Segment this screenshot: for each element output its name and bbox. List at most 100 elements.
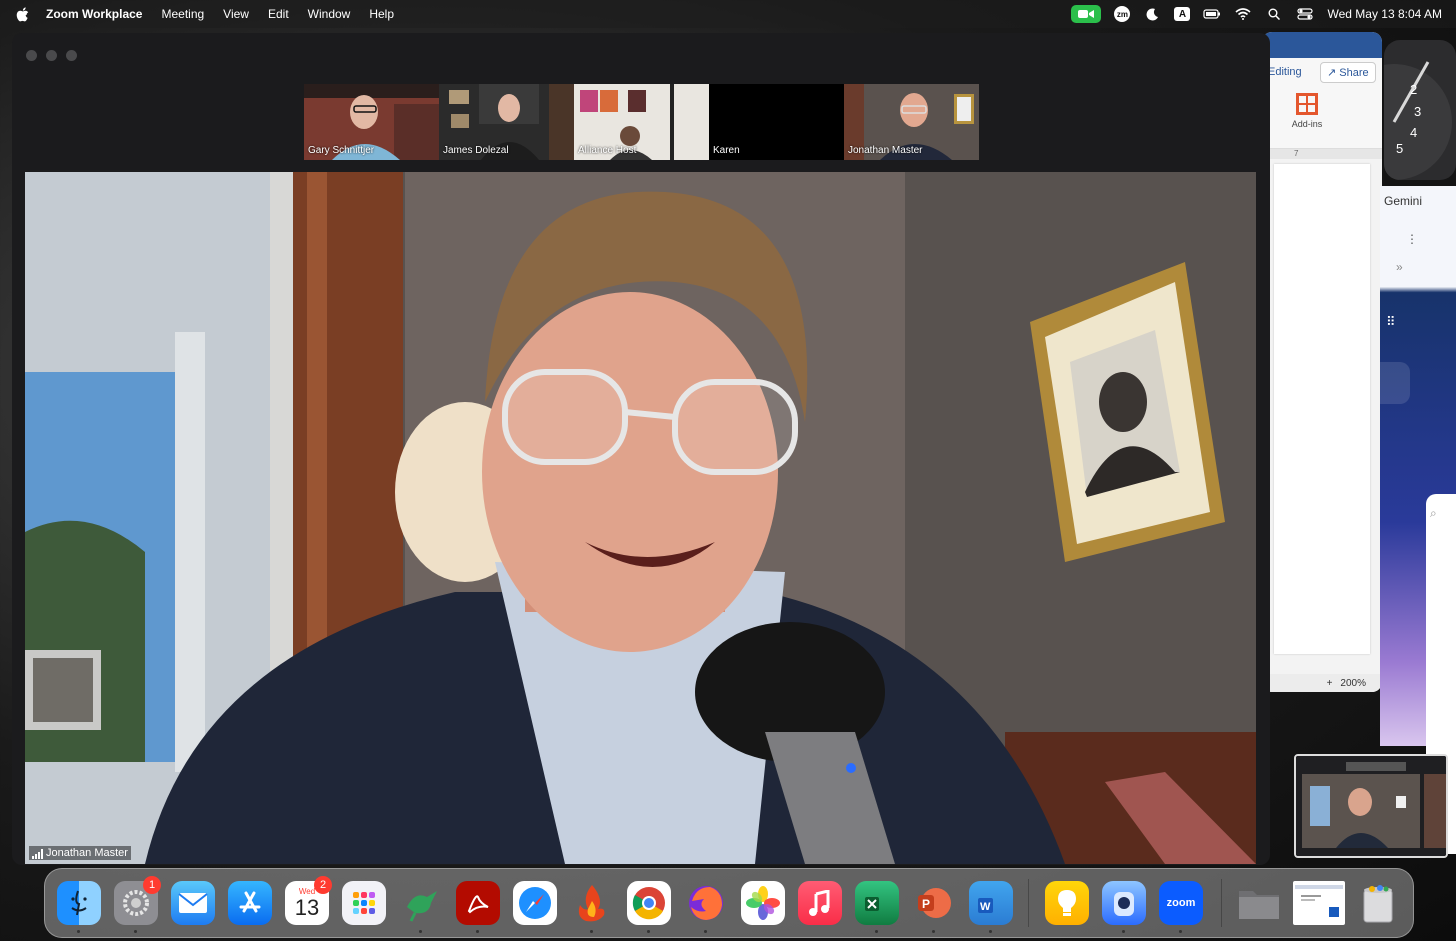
speaker-name: Jonathan Master <box>46 847 128 859</box>
word-share-button[interactable]: ↗ Share <box>1320 62 1376 83</box>
running-indicator <box>875 930 878 933</box>
word-ruler: 7 <box>1262 149 1382 159</box>
window-preview-icon[interactable] <box>1293 881 1345 925</box>
control-center-icon[interactable] <box>1296 7 1314 21</box>
photos-icon[interactable] <box>741 881 785 925</box>
menu-view[interactable]: View <box>223 7 249 21</box>
menu-window[interactable]: Window <box>308 7 351 21</box>
apple-menu-icon[interactable] <box>16 6 30 22</box>
participant-name: Gary Schnittjer <box>308 145 375 156</box>
ruler-mark: 7 <box>1294 149 1299 158</box>
excel-icon[interactable] <box>855 881 899 925</box>
word-document-page[interactable] <box>1274 164 1370 654</box>
powerpoint-icon[interactable]: P <box>912 881 956 925</box>
grid-handle-icon[interactable]: ⠿ <box>1386 314 1396 330</box>
word-editing-mode[interactable]: Editing <box>1268 66 1302 78</box>
running-indicator <box>77 930 80 933</box>
signal-strength-icon <box>32 849 43 859</box>
zoom-dock-label: zoom <box>1166 897 1196 909</box>
menu-bar: Zoom Workplace Meeting View Edit Window … <box>0 0 1456 28</box>
bird-app-icon[interactable] <box>399 881 443 925</box>
word-share-label: Share <box>1339 67 1369 79</box>
running-indicator <box>647 930 650 933</box>
downloads-folder-icon[interactable] <box>1237 881 1281 925</box>
calendar-date: 13 <box>294 894 320 920</box>
menu-edit[interactable]: Edit <box>268 7 289 21</box>
running-indicator <box>1179 930 1182 933</box>
dock-separator <box>1221 879 1222 927</box>
speaker-video-feed <box>25 172 1256 864</box>
chevron-right-icon[interactable]: » <box>1396 260 1403 274</box>
moon-icon[interactable] <box>1143 7 1161 21</box>
running-indicator <box>590 930 593 933</box>
active-speaker-video[interactable]: Jonathan Master <box>25 172 1256 864</box>
fire-app-icon[interactable] <box>570 881 614 925</box>
addins-icon <box>1296 93 1318 115</box>
running-indicator <box>134 930 137 933</box>
word-zoom-level[interactable]: 200% <box>1340 678 1366 689</box>
clock-number-3: 3 <box>1414 104 1421 119</box>
zoom-button[interactable] <box>66 50 77 61</box>
safari-icon[interactable] <box>513 881 557 925</box>
close-button[interactable] <box>26 50 37 61</box>
finder-icon[interactable] <box>57 881 101 925</box>
screen-preview-thumbnail[interactable] <box>1294 754 1448 858</box>
search-icon[interactable] <box>1265 7 1283 21</box>
zoom-in-button[interactable]: + <box>1327 678 1333 689</box>
word-status-bar: + 200% <box>1262 674 1382 692</box>
acrobat-icon[interactable] <box>456 881 500 925</box>
participant-tile-jonathan[interactable]: Jonathan Master <box>844 84 979 160</box>
word-window: Editing ↗ Share Add-ins 7 + 200% <box>1262 32 1382 692</box>
chrome-icon[interactable] <box>627 881 671 925</box>
speaker-name-label: Jonathan Master <box>29 846 131 860</box>
settings-badge: 1 <box>143 876 161 894</box>
app-store-icon[interactable] <box>228 881 272 925</box>
battery-icon[interactable] <box>1203 7 1221 21</box>
participant-name: Jonathan Master <box>848 145 923 156</box>
dock-separator <box>1028 879 1029 927</box>
window-controls <box>26 50 77 61</box>
search-icon[interactable]: ⌕ <box>1430 506 1437 521</box>
clock-number-5: 5 <box>1396 141 1403 156</box>
clock-widget[interactable]: 2 3 4 5 <box>1384 40 1456 180</box>
participant-tile-alliance-host[interactable]: Alliance Host <box>574 84 709 160</box>
word-addins-button[interactable]: Add-ins <box>1287 93 1327 129</box>
word-addins-label: Add-ins <box>1291 119 1323 129</box>
mail-icon[interactable] <box>171 881 215 925</box>
tips-icon[interactable] <box>1045 881 1089 925</box>
running-indicator <box>419 930 422 933</box>
launchpad-icon[interactable] <box>342 881 386 925</box>
kebab-menu-icon[interactable]: ⋮ <box>1406 232 1418 246</box>
participant-name: Alliance Host <box>578 145 637 156</box>
share-icon: ↗ <box>1327 67 1340 79</box>
music-icon[interactable] <box>798 881 842 925</box>
zoom-icon[interactable]: zoom <box>1159 881 1203 925</box>
menu-meeting[interactable]: Meeting <box>161 7 204 21</box>
dock: 1 Wed 13 2 P W zoom <box>44 868 1414 938</box>
clock-number-2: 2 <box>1410 82 1417 97</box>
lens-app-icon[interactable] <box>1102 881 1146 925</box>
svg-text:W: W <box>980 901 991 913</box>
participant-tile-james[interactable]: James Dolezal <box>439 84 574 160</box>
participant-tile-gary[interactable]: Gary Schnittjer <box>304 84 439 160</box>
trash-icon[interactable] <box>1356 881 1400 925</box>
clock-number-4: 4 <box>1410 125 1417 140</box>
menu-clock[interactable]: Wed May 13 8:04 AM <box>1327 7 1442 21</box>
minimize-button[interactable] <box>46 50 57 61</box>
input-source-icon[interactable]: A <box>1174 7 1191 21</box>
zm-icon[interactable]: zm <box>1114 6 1131 22</box>
participant-name: James Dolezal <box>443 145 509 156</box>
running-indicator <box>704 930 707 933</box>
word-icon[interactable]: W <box>969 881 1013 925</box>
wifi-icon[interactable] <box>1234 7 1252 21</box>
menu-app-name[interactable]: Zoom Workplace <box>46 7 142 21</box>
running-indicator <box>989 930 992 933</box>
zoom-camera-icon[interactable] <box>1071 5 1102 23</box>
firefox-icon[interactable] <box>684 881 728 925</box>
gemini-label: Gemini <box>1384 194 1423 208</box>
running-indicator <box>1122 930 1125 933</box>
word-ribbon: Editing ↗ Share Add-ins <box>1262 58 1382 149</box>
calendar-badge: 2 <box>314 876 332 894</box>
participant-tile-karen[interactable]: Karen <box>709 84 844 160</box>
menu-help[interactable]: Help <box>369 7 394 21</box>
